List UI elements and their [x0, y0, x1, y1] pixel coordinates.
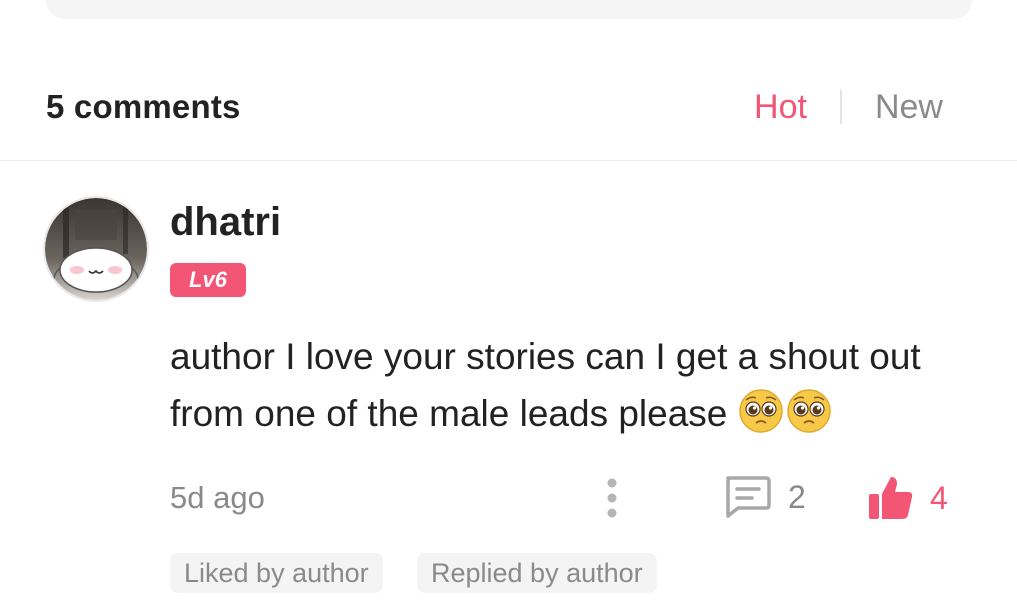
reply-count: 2	[788, 478, 806, 515]
pleading-face-emoji	[786, 389, 831, 433]
comments-count: 5 comments	[46, 88, 241, 125]
liked-by-author-tag: Liked by author	[170, 553, 383, 593]
sort-tab-new[interactable]: New	[875, 88, 943, 127]
sort-divider	[839, 90, 842, 124]
more-options-button[interactable]	[595, 474, 629, 524]
replied-by-author-tag: Replied by author	[417, 553, 657, 593]
header-divider	[0, 160, 1017, 161]
comment-bubble-icon	[726, 476, 771, 518]
comment-body: author I love your stories can I get a s…	[170, 328, 990, 442]
like-count: 4	[930, 479, 948, 516]
sort-tab-hot[interactable]: Hot	[754, 88, 807, 127]
comments-header: 5 comments Hot New	[46, 84, 946, 130]
sort-tabs: Hot New	[754, 84, 943, 130]
thumbs-up-icon	[869, 477, 913, 519]
previous-section-card	[46, 0, 972, 19]
comment-username[interactable]: dhatri	[170, 200, 281, 245]
reply-button[interactable]: 2	[722, 474, 806, 520]
avatar[interactable]	[43, 196, 149, 302]
level-badge: Lv6	[170, 263, 246, 297]
vertical-dots-icon	[607, 478, 617, 518]
comment-timestamp: 5d ago	[170, 480, 265, 515]
pleading-face-emoji	[738, 389, 783, 433]
like-button[interactable]: 4	[866, 472, 948, 524]
avatar-image	[45, 198, 147, 300]
